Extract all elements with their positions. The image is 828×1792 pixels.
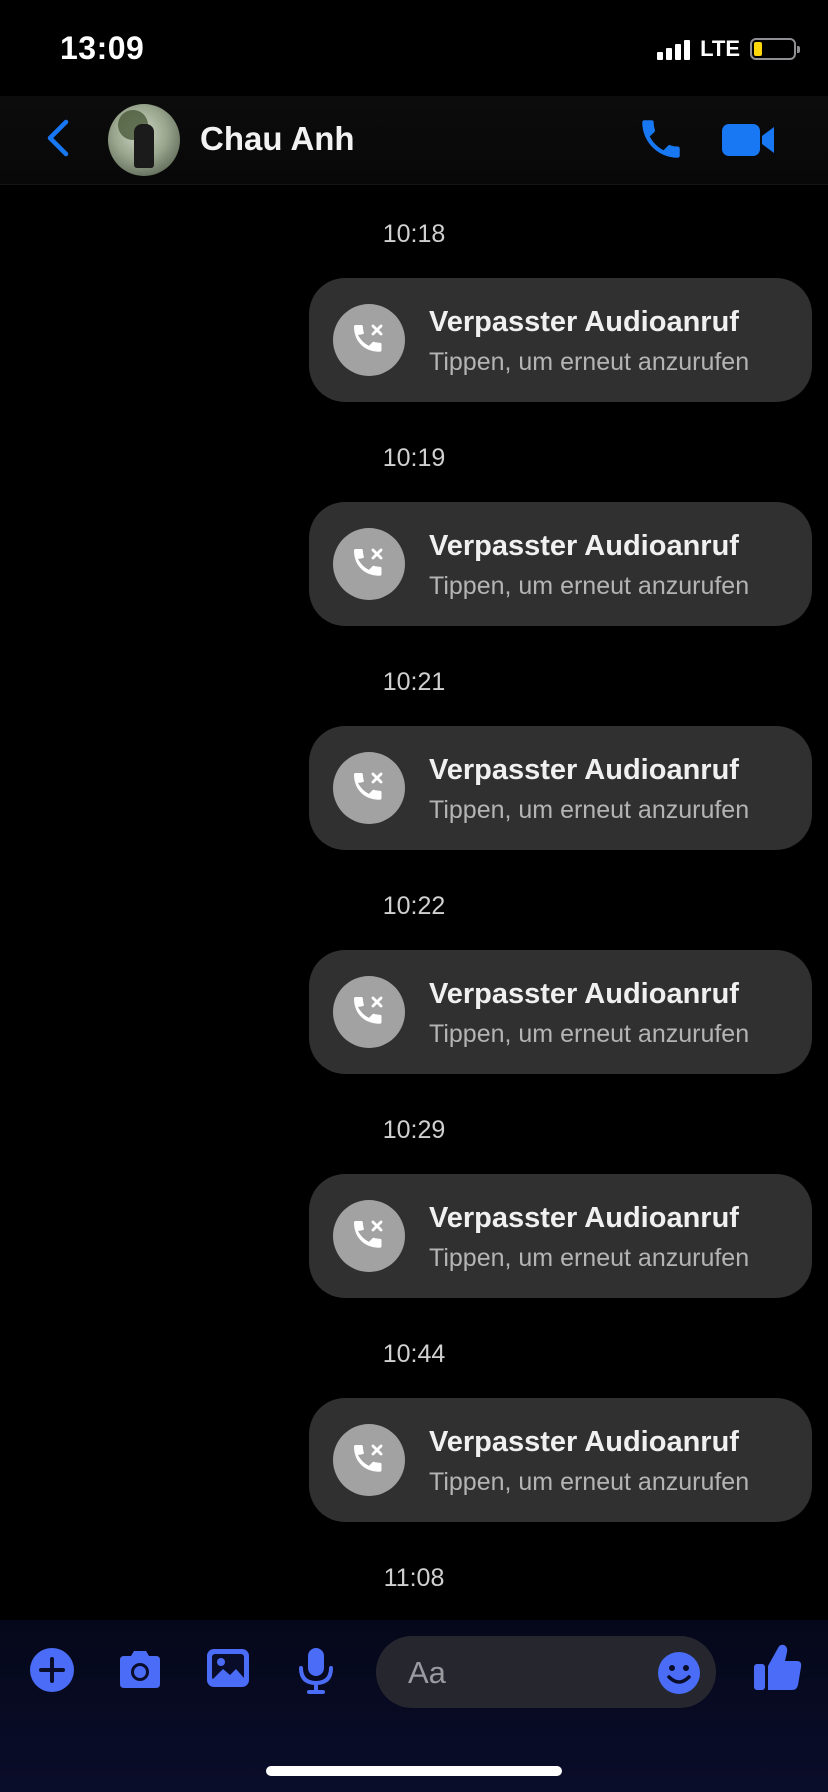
battery-icon: [750, 38, 800, 60]
plus-icon[interactable]: [26, 1644, 78, 1696]
missed-call-icon: [333, 528, 405, 600]
missed-call-title: Verpasster Audioanruf: [429, 978, 739, 1010]
missed-call-icon: [333, 1200, 405, 1272]
missed-call-title: Verpasster Audioanruf: [429, 530, 739, 562]
emoji-icon[interactable]: [656, 1650, 702, 1696]
signal-icon: [657, 38, 691, 60]
video-call-button[interactable]: [720, 118, 778, 162]
missed-call-bubble[interactable]: Verpasster Audioanruf Tippen, um erneut …: [309, 278, 812, 402]
microphone-icon[interactable]: [290, 1644, 342, 1696]
avatar[interactable]: [108, 104, 180, 176]
missed-call-icon: [333, 1424, 405, 1496]
battery-level: [754, 42, 762, 56]
missed-call-bubble[interactable]: Verpasster Audioanruf Tippen, um erneut …: [309, 1398, 812, 1522]
missed-call-bubble[interactable]: Verpasster Audioanruf Tippen, um erneut …: [309, 950, 812, 1074]
video-camera-icon: [722, 124, 774, 156]
missed-call-subtitle: Tippen, um erneut anzurufen: [429, 348, 750, 376]
image-icon[interactable]: [202, 1642, 254, 1694]
missed-call-title: Verpasster Audioanruf: [429, 1202, 739, 1234]
missed-call-title: Verpasster Audioanruf: [429, 754, 739, 786]
missed-call-subtitle: Tippen, um erneut anzurufen: [429, 1244, 750, 1272]
missed-call-bubble[interactable]: Verpasster Audioanruf Tippen, um erneut …: [309, 726, 812, 850]
missed-call-bubble[interactable]: Verpasster Audioanruf Tippen, um erneut …: [309, 1174, 812, 1298]
message-input[interactable]: Aa: [376, 1636, 716, 1708]
message-timestamp: 10:44: [382, 1340, 446, 1368]
message-timestamp: 10:29: [382, 1116, 446, 1144]
network-type: LTE: [700, 36, 740, 61]
thumbs-up-icon[interactable]: [750, 1640, 806, 1696]
conversation-header: Chau Anh: [0, 96, 828, 185]
phone-icon: [642, 120, 680, 158]
status-indicators: LTE: [657, 36, 800, 62]
camera-icon[interactable]: [114, 1644, 166, 1696]
missed-call-icon: [333, 752, 405, 824]
missed-call-bubble[interactable]: Verpasster Audioanruf Tippen, um erneut …: [309, 502, 812, 626]
message-timestamp: 10:18: [382, 220, 446, 248]
missed-call-title: Verpasster Audioanruf: [429, 1426, 739, 1458]
back-button[interactable]: [36, 114, 84, 162]
missed-call-subtitle: Tippen, um erneut anzurufen: [429, 1020, 750, 1048]
contact-name[interactable]: Chau Anh: [200, 120, 355, 158]
message-timestamp: 10:22: [382, 892, 446, 920]
home-indicator[interactable]: [266, 1766, 562, 1776]
message-timestamp: 10:19: [382, 444, 446, 472]
missed-call-subtitle: Tippen, um erneut anzurufen: [429, 1468, 750, 1496]
missed-call-title: Verpasster Audioanruf: [429, 306, 739, 338]
message-input-placeholder: Aa: [408, 1655, 446, 1690]
missed-call-icon: [333, 976, 405, 1048]
message-timestamp: 11:08: [383, 1564, 445, 1592]
status-time: 13:09: [60, 30, 145, 66]
chevron-left-icon: [47, 119, 69, 157]
audio-call-button[interactable]: [636, 114, 686, 164]
missed-call-icon: [333, 304, 405, 376]
missed-call-subtitle: Tippen, um erneut anzurufen: [429, 796, 750, 824]
missed-call-subtitle: Tippen, um erneut anzurufen: [429, 572, 750, 600]
message-timestamp: 10:21: [382, 668, 446, 696]
status-bar: 13:09 LTE: [0, 0, 828, 96]
